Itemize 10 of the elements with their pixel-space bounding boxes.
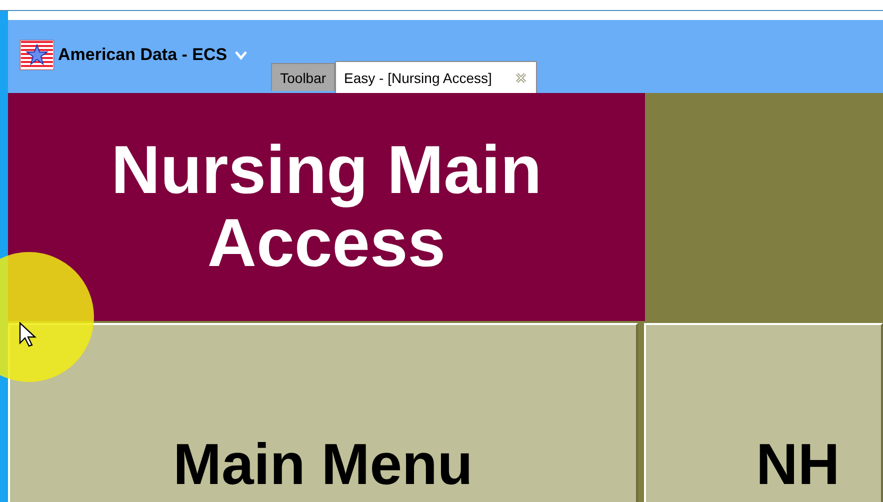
window-title: American Data - ECS [58, 45, 228, 65]
menu-tile[interactable]: Main Menu [8, 323, 638, 502]
close-icon[interactable] [514, 71, 528, 85]
banner-title: Nursing Main Access [110, 134, 543, 280]
menu-tile[interactable]: NH [644, 323, 883, 502]
chevron-down-icon[interactable] [235, 50, 248, 60]
flag-icon [20, 40, 54, 70]
tab[interactable]: Easy - [Nursing Access] [335, 61, 537, 93]
tab[interactable]: Toolbar [271, 63, 336, 91]
mouse-pointer-icon [19, 322, 37, 348]
